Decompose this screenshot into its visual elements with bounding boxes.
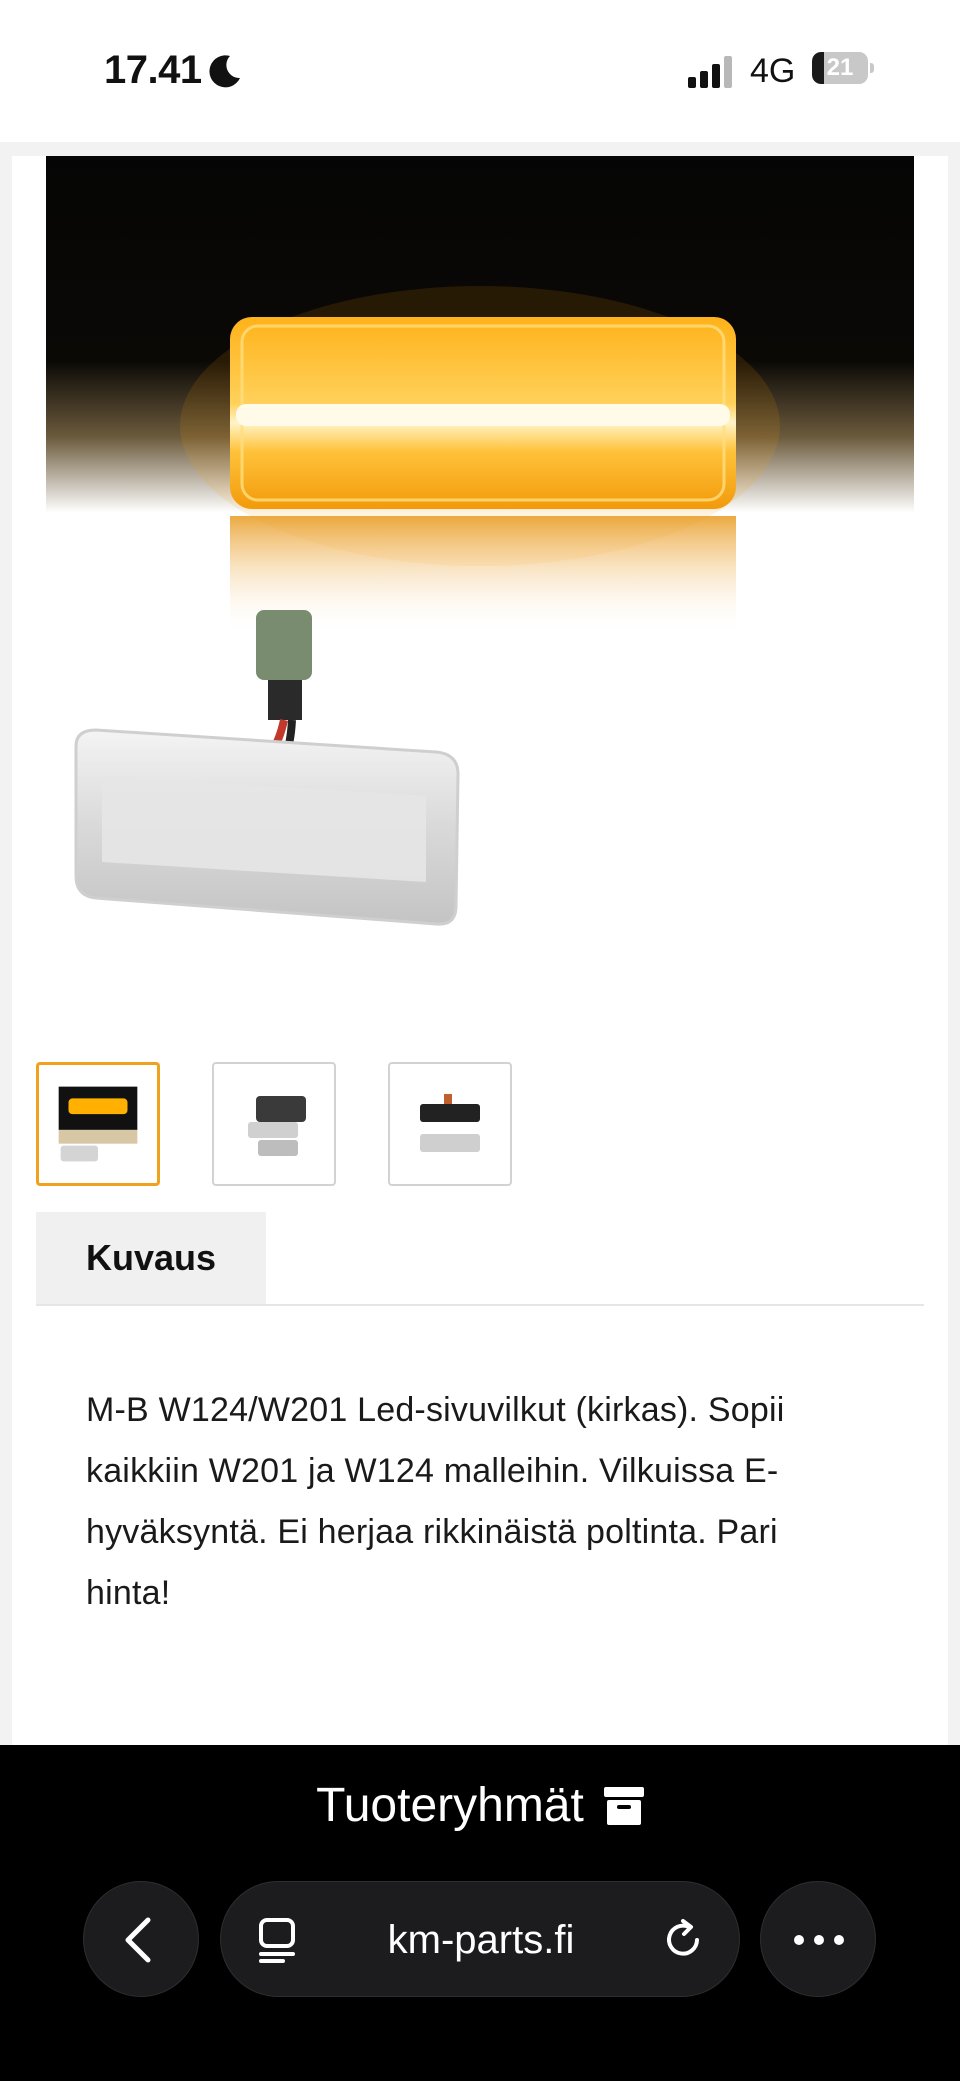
- browser-bottom-bar: Tuoteryhmät km-parts.fi: [0, 1745, 960, 2081]
- categories-label: Tuoteryhmät: [316, 1779, 584, 1833]
- description-tabs: Kuvaus: [36, 1212, 924, 1306]
- battery-icon: 21: [812, 52, 874, 84]
- archive-box-icon: [603, 1787, 644, 1826]
- product-page: Kuvaus M-B W124/W201 Led-sivuvilkut (kir…: [12, 156, 948, 1746]
- signal-bars-icon: [688, 56, 732, 88]
- address-bar[interactable]: km-parts.fi: [220, 1881, 740, 1997]
- network-type: 4G: [750, 52, 796, 90]
- status-time: 17.41: [104, 48, 202, 92]
- more-button[interactable]: [760, 1881, 876, 1997]
- product-image[interactable]: [46, 156, 914, 956]
- tabs-icon: [259, 1918, 295, 1963]
- url-text: km-parts.fi: [387, 1918, 575, 1962]
- status-bar: 17.41 4G 21: [0, 0, 960, 142]
- moon-icon: [209, 55, 240, 88]
- thumbnail-1[interactable]: [36, 1062, 160, 1186]
- more-icon: [794, 1935, 844, 1945]
- categories-button[interactable]: Tuoteryhmät: [0, 1769, 960, 1839]
- back-icon: [125, 1917, 151, 1963]
- battery-level: 21: [826, 54, 854, 81]
- back-button[interactable]: [83, 1881, 199, 1997]
- product-description: M-B W124/W201 Led-sivuvilkut (kirkas). S…: [86, 1391, 785, 1612]
- thumbnail-3[interactable]: [388, 1062, 512, 1186]
- thumbnail-2[interactable]: [212, 1062, 336, 1186]
- tab-kuvaus[interactable]: Kuvaus: [36, 1212, 266, 1304]
- reload-icon[interactable]: [661, 1916, 709, 1964]
